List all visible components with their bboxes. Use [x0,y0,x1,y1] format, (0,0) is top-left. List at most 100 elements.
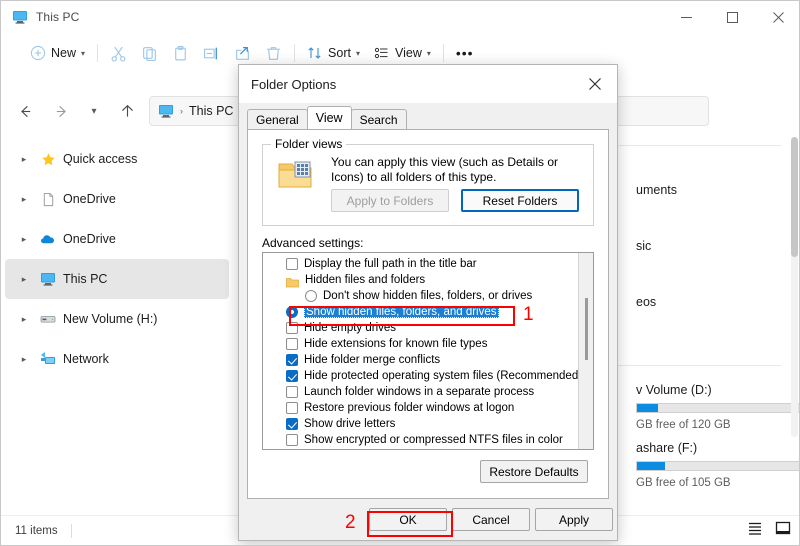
ok-button[interactable]: OK [369,508,447,531]
recent-locations-button[interactable]: ▾ [80,97,108,125]
folder-view-icon [277,159,317,198]
chevron-right-icon[interactable]: ▸ [15,154,33,165]
checkbox[interactable] [286,402,298,414]
setting-row-hide-folder-merge-conflicts[interactable]: Hide folder merge conflicts [263,352,579,368]
setting-row-hide-protected-os-files[interactable]: Hide protected operating system files (R… [263,368,582,384]
chevron-right-icon[interactable]: ▸ [15,314,33,325]
drive-item-d-label[interactable]: v Volume (D:) [636,383,712,397]
file-explorer-window: This PC New ▾ Sort ▾ View ▾ ••• ▾ › This… [0,0,800,546]
rename-button[interactable] [196,38,227,68]
navigation-pane: ▸ Quick access ▸ OneDrive ▸ OneDrive ▸ T… [1,131,233,517]
reset-folders-button[interactable]: Reset Folders [461,189,579,212]
apply-to-folders-button[interactable]: Apply to Folders [331,189,449,212]
file-icon [39,190,57,208]
sidebar-item-network[interactable]: ▸ Network [5,339,229,379]
cut-button[interactable] [103,38,134,68]
tab-view[interactable]: View [306,106,352,129]
setting-row-launch-separate-process[interactable]: Launch folder windows in a separate proc… [263,384,579,400]
chevron-right-icon[interactable]: ▸ [15,274,33,285]
sidebar-item-quick-access[interactable]: ▸ Quick access [5,139,229,179]
setting-label: Show hidden files, folders, and drives [304,306,499,318]
advanced-settings-scrollbar[interactable] [578,253,593,449]
setting-row-hide-extensions[interactable]: Hide extensions for known file types [263,336,579,352]
this-pc-icon [159,105,173,118]
details-pane-icon[interactable] [775,520,791,541]
folder-views-description: You can apply this view (such as Details… [331,155,559,184]
cut-icon [111,46,126,62]
sidebar-item-label: This PC [63,272,108,286]
sidebar-item-label: OneDrive [63,232,116,246]
this-pc-icon [39,270,57,288]
drive-usage-text-d: GB free of 120 GB [636,419,731,431]
setting-row-show-drive-letters[interactable]: Show drive letters [263,416,579,432]
apply-button[interactable]: Apply [535,508,613,531]
sidebar-item-onedrive-cloud[interactable]: ▸ OneDrive [5,219,229,259]
setting-row-display-full-path[interactable]: Display the full path in the title bar [263,256,579,272]
scrollbar-thumb[interactable] [585,298,588,360]
breadcrumb-this-pc[interactable]: This PC [189,104,233,118]
sidebar-item-this-pc[interactable]: ▸ This PC [5,259,229,299]
file-item-videos[interactable]: eos [636,295,656,309]
dialog-tabs: General View Search [247,106,407,129]
setting-row-hide-empty-drives[interactable]: Hide empty drives [263,320,579,336]
back-button[interactable] [11,97,39,125]
paste-button[interactable] [165,38,196,68]
view-toggle-group [747,520,791,541]
setting-label: Hide extensions for known file types [304,338,488,350]
checkbox[interactable] [286,258,298,270]
setting-row-show-encrypted-in-color[interactable]: Show encrypted or compressed NTFS files … [263,432,579,448]
checkbox[interactable] [286,434,298,446]
sidebar-item-new-volume-h[interactable]: ▸ New Volume (H:) [5,299,229,339]
chevron-right-icon[interactable]: ▸ [15,234,33,245]
maximize-button[interactable] [709,1,755,33]
list-view-icon[interactable] [747,520,763,541]
view-tab-panel: Folder views You can apply this view (su… [247,129,609,499]
sidebar-item-label: OneDrive [63,192,116,206]
advanced-settings-list[interactable]: Display the full path in the title bar H… [262,252,594,450]
advanced-settings-label: Advanced settings: [262,236,364,250]
tab-search[interactable]: Search [350,109,407,129]
this-pc-icon [12,9,28,25]
up-button[interactable] [113,97,141,125]
setting-row-dont-show-hidden[interactable]: Don't show hidden files, folders, or dri… [263,288,579,304]
dialog-title: Folder Options [251,76,337,92]
chevron-right-icon[interactable]: ▸ [15,354,33,365]
cancel-button[interactable]: Cancel [452,508,530,531]
radio-button[interactable] [286,306,298,318]
checkbox[interactable] [286,354,298,366]
checkbox[interactable] [286,322,298,334]
checkbox[interactable] [286,418,298,430]
title-bar: This PC [1,1,799,33]
chevron-right-icon[interactable]: ▸ [15,194,33,205]
forward-button[interactable] [47,97,75,125]
rename-icon [204,47,217,59]
close-button[interactable] [755,1,799,33]
drive-icon [39,310,57,328]
minimize-button[interactable] [663,1,709,33]
folder-views-group: Folder views You can apply this view (su… [262,137,594,226]
file-item-documents[interactable]: uments [636,183,677,197]
copy-button[interactable] [134,38,165,68]
sidebar-item-onedrive-file[interactable]: ▸ OneDrive [5,179,229,219]
tab-search-label: Search [359,112,398,127]
restore-defaults-button[interactable]: Restore Defaults [480,460,588,483]
file-pane-scrollbar[interactable] [791,137,798,437]
chevron-down-icon: ▾ [91,105,97,117]
tab-general[interactable]: General [247,109,308,129]
setting-label: Hide empty drives [304,322,397,334]
setting-row-restore-previous-windows[interactable]: Restore previous folder windows at logon [263,400,579,416]
setting-row-show-hidden[interactable]: Show hidden files, folders, and drives [263,304,579,320]
checkbox[interactable] [286,386,298,398]
restore-defaults-label: Restore Defaults [489,464,579,479]
new-button[interactable]: New ▾ [23,38,92,68]
dialog-close-button[interactable] [573,65,617,103]
checkbox[interactable] [286,370,298,382]
toolbar-divider-1 [97,44,99,62]
drive-usage-text-f: GB free of 105 GB [636,477,731,489]
checkbox[interactable] [286,338,298,350]
file-item-music[interactable]: sic [636,239,651,253]
drive-item-f-label[interactable]: ashare (F:) [636,441,697,455]
radio-button[interactable] [305,290,317,302]
folder-icon [286,275,299,287]
setting-row-hidden-files-and-folders[interactable]: Hidden files and folders [263,272,579,288]
